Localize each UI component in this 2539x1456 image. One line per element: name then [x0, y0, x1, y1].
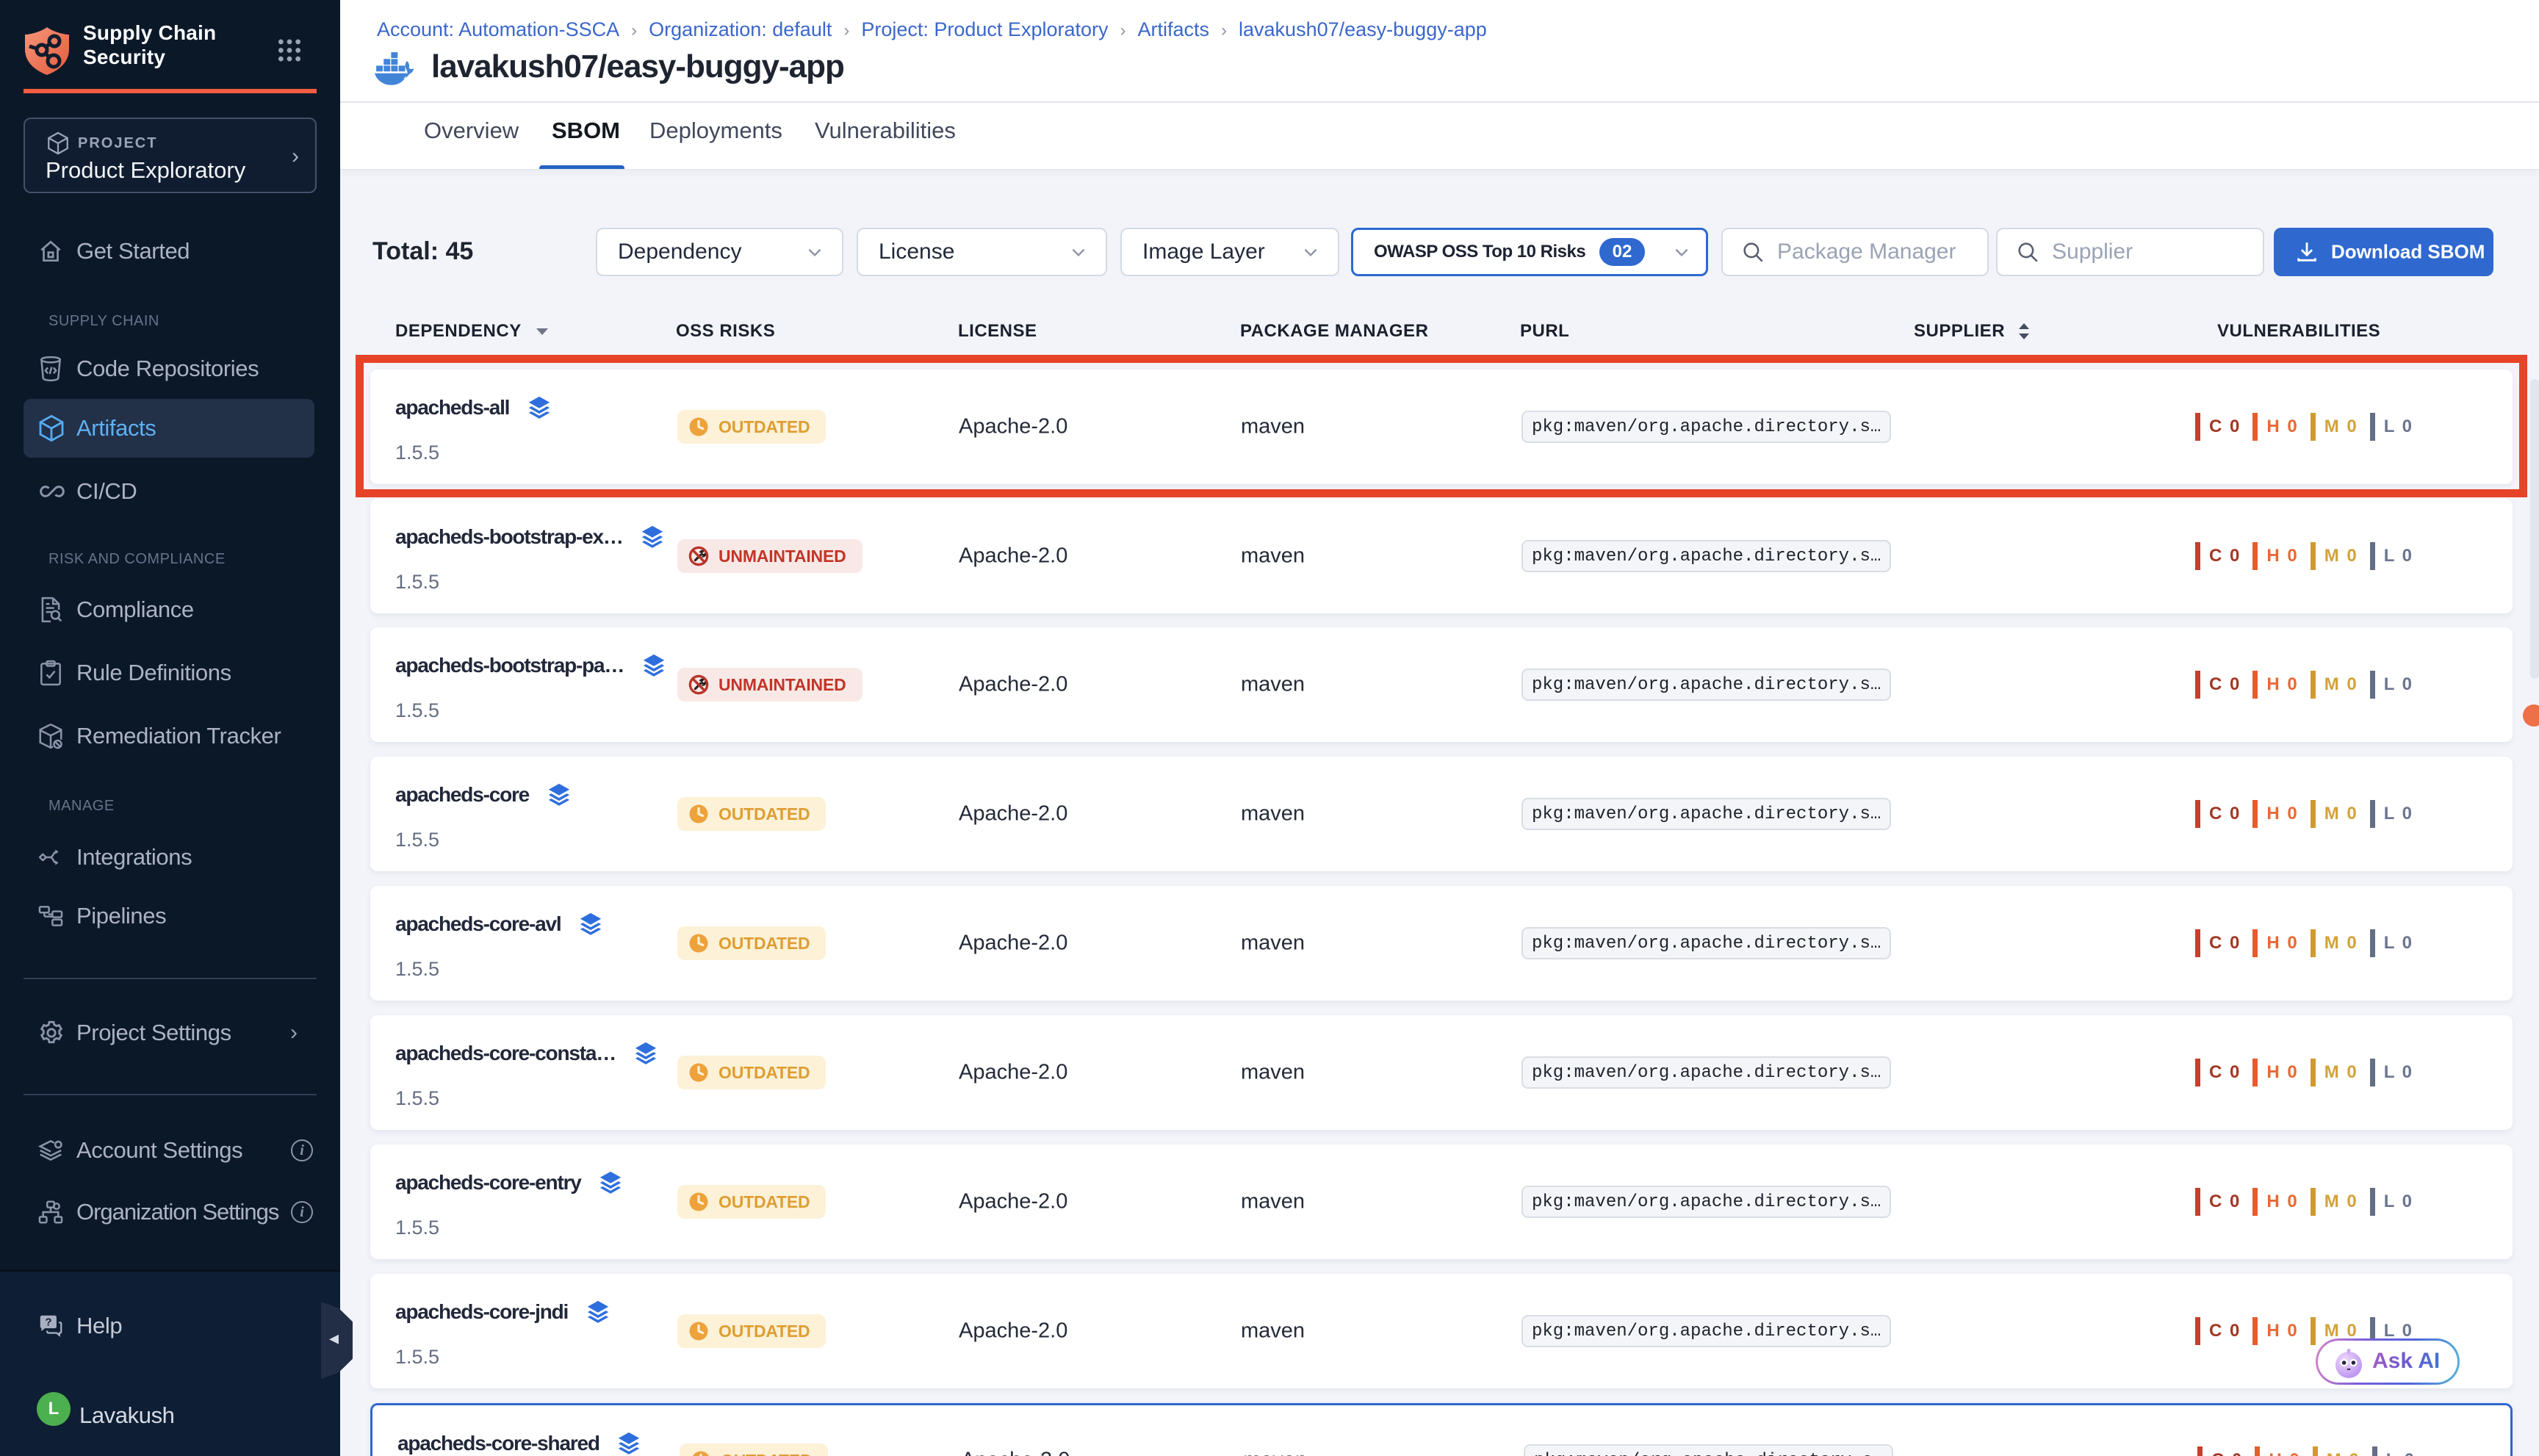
svg-text:?: ? [45, 1316, 51, 1329]
